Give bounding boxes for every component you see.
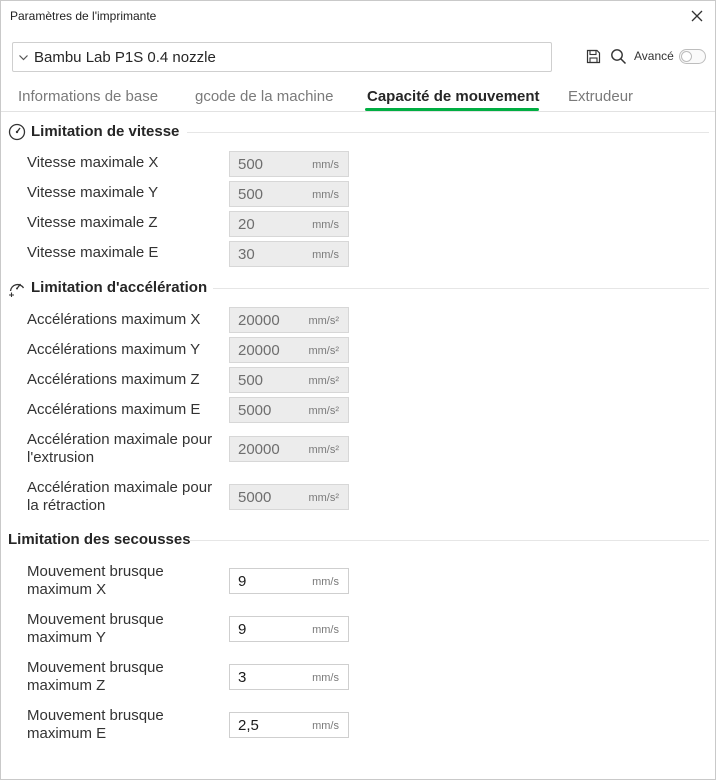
field-unit: mm/s: [312, 624, 339, 636]
field-unit: mm/s: [312, 159, 339, 171]
max-jerk-y-input[interactable]: 9 mm/s: [229, 616, 349, 642]
window-title: Paramètres de l'imprimante: [10, 9, 157, 23]
max-jerk-z-input[interactable]: 3 mm/s: [229, 664, 349, 690]
field-value: 500: [238, 156, 264, 173]
field-unit: mm/s²: [308, 492, 339, 504]
max-accel-e-input[interactable]: 5000 mm/s²: [229, 397, 349, 423]
field-value: 20000: [238, 342, 280, 359]
field-unit: mm/s²: [308, 375, 339, 387]
max-jerk-x-input[interactable]: 9 mm/s: [229, 568, 349, 594]
label-max-speed-z: Vitesse maximale Z: [27, 214, 158, 231]
section-title-acceleration: Limitation d'accélération: [31, 279, 208, 296]
section-divider: [189, 540, 709, 541]
field-value: 9: [238, 573, 247, 590]
label-max-speed-e: Vitesse maximale E: [27, 244, 159, 261]
printer-preset-name: Bambu Lab P1S 0.4 nozzle: [34, 49, 216, 66]
section-divider: [187, 132, 709, 133]
field-value: 20000: [238, 312, 280, 329]
max-speed-z-input[interactable]: 20 mm/s: [229, 211, 349, 237]
label-max-accel-retracting: Accélération maximale pour la rétraction: [27, 479, 213, 514]
close-icon[interactable]: [689, 8, 705, 24]
chevron-down-icon: [19, 55, 28, 61]
max-speed-e-input[interactable]: 30 mm/s: [229, 241, 349, 267]
speedometer-icon: [8, 123, 26, 141]
field-value: 20000: [238, 441, 280, 458]
field-unit: mm/s²: [308, 315, 339, 327]
label-max-speed-x: Vitesse maximale X: [27, 154, 159, 171]
label-max-speed-y: Vitesse maximale Y: [27, 184, 159, 201]
label-max-accel-e: Accélérations maximum E: [27, 401, 201, 418]
max-accel-x-input[interactable]: 20000 mm/s²: [229, 307, 349, 333]
field-value: 5000: [238, 489, 272, 506]
field-unit: mm/s: [312, 576, 339, 588]
field-value: 2,5: [238, 717, 259, 734]
field-value: 500: [238, 372, 264, 389]
label-max-accel-extruding: Accélération maximale pour l'extrusion: [27, 431, 213, 466]
max-accel-y-input[interactable]: 20000 mm/s²: [229, 337, 349, 363]
tab-divider: [1, 111, 715, 112]
label-max-jerk-y: Mouvement brusque maximum Y: [27, 611, 164, 646]
search-icon[interactable]: [610, 48, 627, 65]
field-value: 3: [238, 669, 247, 686]
label-max-jerk-x: Mouvement brusque maximum X: [27, 563, 164, 598]
tab-extruder[interactable]: Extrudeur: [568, 88, 633, 105]
field-unit: mm/s: [312, 219, 339, 231]
field-value: 500: [238, 186, 264, 203]
field-unit: mm/s²: [308, 444, 339, 456]
label-max-jerk-z: Mouvement brusque maximum Z: [27, 659, 164, 694]
advanced-mode-label: Avancé: [634, 49, 674, 63]
section-title-jerk: Limitation des secousses: [8, 531, 191, 548]
max-accel-z-input[interactable]: 500 mm/s²: [229, 367, 349, 393]
tab-basic-information[interactable]: Informations de base: [18, 88, 158, 105]
label-max-accel-x: Accélérations maximum X: [27, 311, 201, 328]
label-max-accel-z: Accélérations maximum Z: [27, 371, 200, 388]
field-unit: mm/s²: [308, 345, 339, 357]
field-value: 5000: [238, 402, 272, 419]
field-unit: mm/s: [312, 249, 339, 261]
max-accel-retracting-input[interactable]: 5000 mm/s²: [229, 484, 349, 510]
max-accel-extruding-input[interactable]: 20000 mm/s²: [229, 436, 349, 462]
max-speed-x-input[interactable]: 500 mm/s: [229, 151, 349, 177]
max-speed-y-input[interactable]: 500 mm/s: [229, 181, 349, 207]
field-unit: mm/s²: [308, 405, 339, 417]
field-unit: mm/s: [312, 672, 339, 684]
field-unit: mm/s: [312, 189, 339, 201]
field-value: 20: [238, 216, 255, 233]
field-value: 30: [238, 246, 255, 263]
field-unit: mm/s: [312, 720, 339, 732]
field-value: 9: [238, 621, 247, 638]
acceleration-icon: [9, 283, 25, 297]
toggle-knob: [681, 51, 692, 62]
label-max-accel-y: Accélérations maximum Y: [27, 341, 201, 358]
printer-settings-window: Paramètres de l'imprimante Bambu Lab P1S…: [0, 0, 716, 780]
label-max-jerk-e: Mouvement brusque maximum E: [27, 707, 164, 742]
section-divider: [213, 288, 709, 289]
save-icon[interactable]: [586, 49, 601, 64]
tab-machine-gcode[interactable]: gcode de la machine: [195, 88, 333, 105]
advanced-mode-toggle[interactable]: [679, 49, 706, 64]
printer-preset-dropdown[interactable]: Bambu Lab P1S 0.4 nozzle: [12, 42, 552, 72]
tab-motion-ability[interactable]: Capacité de mouvement: [367, 88, 540, 105]
section-title-speed: Limitation de vitesse: [31, 123, 180, 140]
title-bar: Paramètres de l'imprimante: [1, 1, 715, 33]
max-jerk-e-input[interactable]: 2,5 mm/s: [229, 712, 349, 738]
